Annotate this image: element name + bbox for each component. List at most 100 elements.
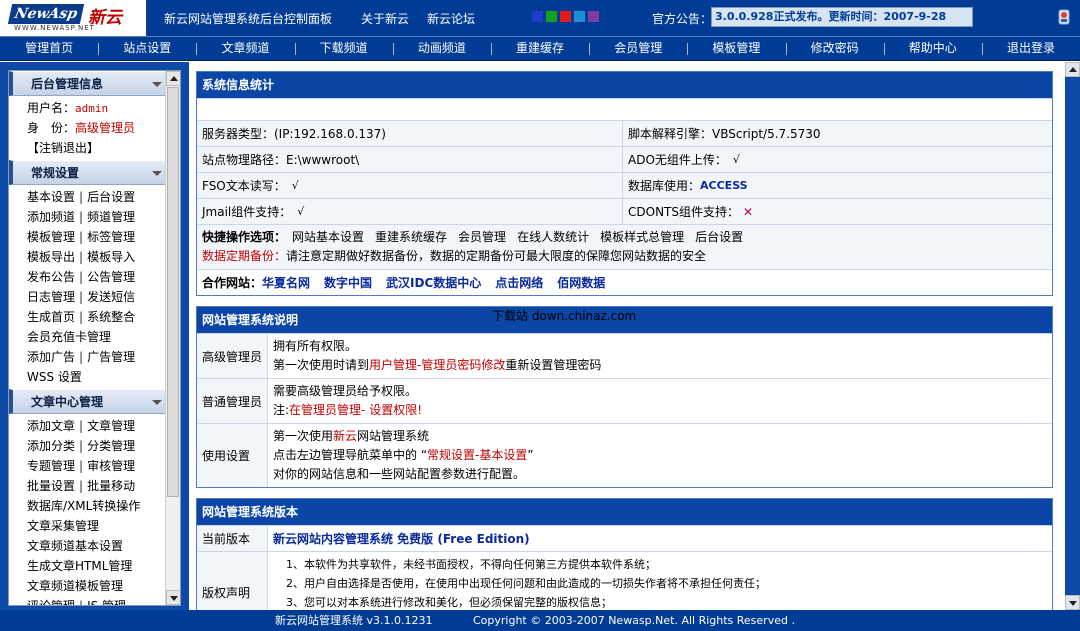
sidebar-row: 批量设置 | 批量移动	[27, 476, 166, 496]
forum-link[interactable]: 新云论坛	[427, 10, 475, 27]
password-change-link[interactable]: 用户管理-管理员密码修改	[369, 358, 505, 372]
check-icon: √	[291, 179, 299, 192]
nav-item[interactable]: 会员管理	[589, 37, 687, 60]
sidebar-link[interactable]: 添加频道	[27, 210, 75, 224]
scroll-up-button[interactable]	[1065, 62, 1080, 77]
nav-item[interactable]: 文章频道	[196, 37, 294, 60]
sidebar-link[interactable]: 审核管理	[87, 459, 135, 473]
sidebar-link[interactable]: 文章采集管理	[27, 519, 99, 533]
sidebar-link[interactable]: 分类管理	[87, 439, 135, 453]
sidebar-link[interactable]: 模板管理	[27, 230, 75, 244]
sidebar-group-header-general[interactable]: 常规设置	[9, 160, 166, 185]
nav-item[interactable]: 帮助中心	[883, 37, 982, 60]
sidebar-link[interactable]: 模板导入	[87, 250, 135, 264]
color-swatch[interactable]	[532, 11, 543, 22]
sidebar-link[interactable]: 添加分类	[27, 439, 75, 453]
senior-label-text: 高级管理员	[202, 349, 263, 364]
sidebar-link[interactable]: 添加文章	[27, 419, 75, 433]
system-icon[interactable]	[1057, 9, 1071, 25]
sidebar-link[interactable]: 批量设置	[27, 479, 75, 493]
nav-item[interactable]: 修改密码	[785, 37, 884, 60]
sidebar-link[interactable]: 基本设置	[27, 190, 75, 204]
sidebar-link[interactable]: WSS 设置	[27, 370, 82, 384]
collapse-arrow-icon[interactable]	[152, 82, 162, 87]
usage-line2: 点击左边管理导航菜单中的 “常规设置-基本设置”	[273, 446, 1047, 465]
partner-link[interactable]: 点击网络	[495, 276, 543, 290]
quick-link[interactable]: 网站基本设置	[292, 230, 364, 244]
notice-marquee[interactable]: 3.0.0.928正式发布。更新时间：2007-9-28	[711, 7, 973, 27]
scroll-down-button[interactable]	[1065, 595, 1080, 610]
partner-link[interactable]: 武汉IDC数据中心	[386, 276, 481, 290]
logout-link[interactable]: 【注销退出】	[27, 141, 99, 155]
sidebar-link[interactable]: 生成首页	[27, 310, 75, 324]
sidebar-link[interactable]: 数据库/XML转换操作	[27, 499, 140, 513]
quick-link[interactable]: 模板样式总管理	[600, 230, 684, 244]
quick-actions: 快捷操作选项： 网站基本设置 重建系统缓存 会员管理 在线人数统计 模板样式总管理 后台设置…	[197, 224, 1052, 269]
sidebar-link[interactable]: 文章频道模板管理	[27, 579, 123, 593]
sidebar-link[interactable]: 日志管理	[27, 290, 75, 304]
scroll-track[interactable]	[1065, 77, 1080, 595]
sidebar-link[interactable]: 模板导出	[27, 250, 75, 264]
sidebar-group-header-info[interactable]: 后台管理信息	[9, 71, 166, 96]
normal-line1: 需要高级管理员给予权限。	[273, 384, 418, 398]
nav-item[interactable]: 管理首页	[0, 37, 98, 60]
sidebar-link[interactable]: 生成文章HTML管理	[27, 559, 132, 573]
sidebar-row: WSS 设置	[27, 367, 166, 387]
scroll-down-button[interactable]	[166, 590, 180, 605]
help-row-normal: 普通管理员 需要高级管理员给予权限。 注:在管理员管理- 设置权限!	[197, 378, 1052, 423]
sidebar-group-header-article[interactable]: 文章中心管理	[9, 389, 166, 414]
article-center-menu: 添加文章 | 文章管理 添加分类 | 分类管理 专题管理 | 审核管理 批量设置 | 批量移动 数据库/…	[9, 414, 166, 605]
jmail-label: Jmail组件支持：	[202, 205, 292, 219]
separator: |	[79, 310, 84, 324]
scroll-thumb[interactable]	[167, 87, 179, 497]
color-swatch[interactable]	[574, 11, 585, 22]
nav-item[interactable]: 退出登录	[981, 37, 1080, 60]
color-swatch[interactable]	[546, 11, 557, 22]
arrow-down-icon	[1069, 601, 1077, 606]
partner-link[interactable]: 华夏名网	[262, 276, 310, 290]
sidebar-link[interactable]: 公告管理	[87, 270, 135, 284]
nav-item[interactable]: 模板管理	[687, 37, 785, 60]
collapse-arrow-icon[interactable]	[152, 171, 162, 176]
partner-link[interactable]: 佰网数据	[557, 276, 605, 290]
nav-item[interactable]: 动画频道	[392, 37, 491, 60]
sidebar-link[interactable]: 文章管理	[87, 419, 135, 433]
sidebar-link[interactable]: 添加广告	[27, 350, 75, 364]
sidebar-link[interactable]: 专题管理	[27, 459, 75, 473]
quick-link[interactable]: 在线人数统计	[517, 230, 589, 244]
quick-link[interactable]: 重建系统缓存	[375, 230, 447, 244]
about-link[interactable]: 关于新云	[361, 10, 409, 27]
sidebar-link[interactable]: 发送短信	[87, 290, 135, 304]
sidebar-link[interactable]: 文章频道基本设置	[27, 539, 123, 553]
nav-item[interactable]: 下载频道	[294, 37, 393, 60]
check-icon: √	[732, 153, 740, 166]
sidebar-link[interactable]: 批量移动	[87, 479, 135, 493]
sidebar-link[interactable]: 频道管理	[87, 210, 135, 224]
scroll-up-button[interactable]	[166, 71, 180, 86]
partner-link[interactable]: 数字中国	[324, 276, 372, 290]
sidebar-link[interactable]: 广告管理	[87, 350, 135, 364]
help-row-usage: 使用设置 第一次使用新云网站管理系统 点击左边管理导航菜单中的 “常规设置-基本…	[197, 423, 1052, 487]
sidebar-link[interactable]: 后台设置	[87, 190, 135, 204]
stats-row: 服务器类型：(IP:192.168.0.137) 脚本解释引擎：VBScript…	[197, 120, 1052, 146]
sidebar-scrollbar[interactable]	[165, 71, 180, 605]
nav-item[interactable]: 重建缓存	[490, 37, 589, 60]
sidebar-link[interactable]: 评论管理	[27, 599, 75, 605]
nav-item[interactable]: 站点设置	[98, 37, 196, 60]
quick-link[interactable]: 后台设置	[695, 230, 743, 244]
sidebar-link[interactable]: 发布公告	[27, 270, 75, 284]
color-swatch[interactable]	[560, 11, 571, 22]
sidebar-link[interactable]: 标签管理	[87, 230, 135, 244]
sidebar-link[interactable]: JS 管理	[87, 599, 126, 605]
footer-product: 新云网站管理系统 v3.1.0.1231	[275, 614, 433, 627]
basic-settings-link[interactable]: 常规设置-基本设置	[427, 448, 527, 462]
sidebar-link[interactable]: 会员充值卡管理	[27, 330, 111, 344]
collapse-arrow-icon[interactable]	[152, 400, 162, 405]
color-swatch[interactable]	[588, 11, 599, 22]
current-version-label-text: 当前版本	[202, 532, 251, 546]
main-scrollbar[interactable]	[1065, 62, 1080, 610]
quick-link[interactable]: 会员管理	[458, 230, 506, 244]
permission-setting-link[interactable]: 在管理员管理- 设置权限!	[289, 403, 422, 417]
jmail-support: Jmail组件支持： √	[197, 199, 623, 224]
sidebar-link[interactable]: 系统整合	[87, 310, 135, 324]
